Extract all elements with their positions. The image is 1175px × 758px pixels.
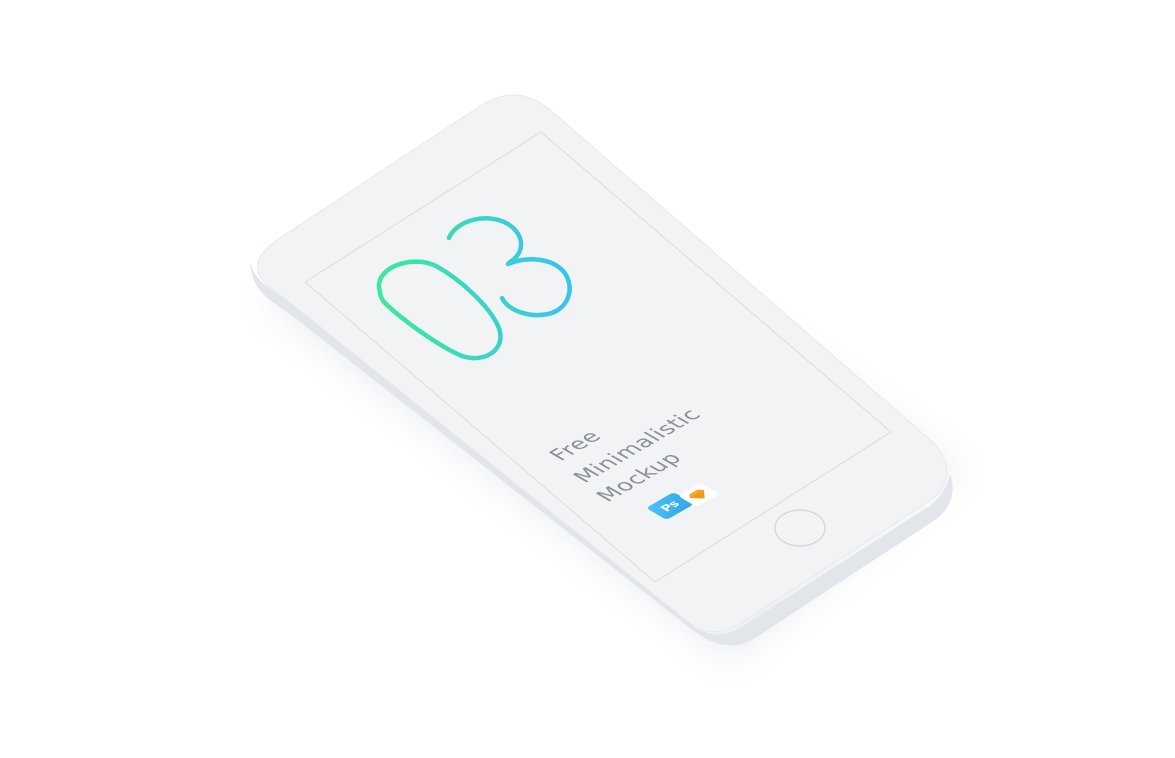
photoshop-icon: Ps (657, 498, 683, 514)
phone-mockup (250, 94, 960, 660)
home-button[interactable] (774, 509, 826, 547)
mockup-scene: Free Minimalistic Mockup Ps (0, 0, 1175, 758)
sketch-diamond-icon (689, 489, 705, 499)
